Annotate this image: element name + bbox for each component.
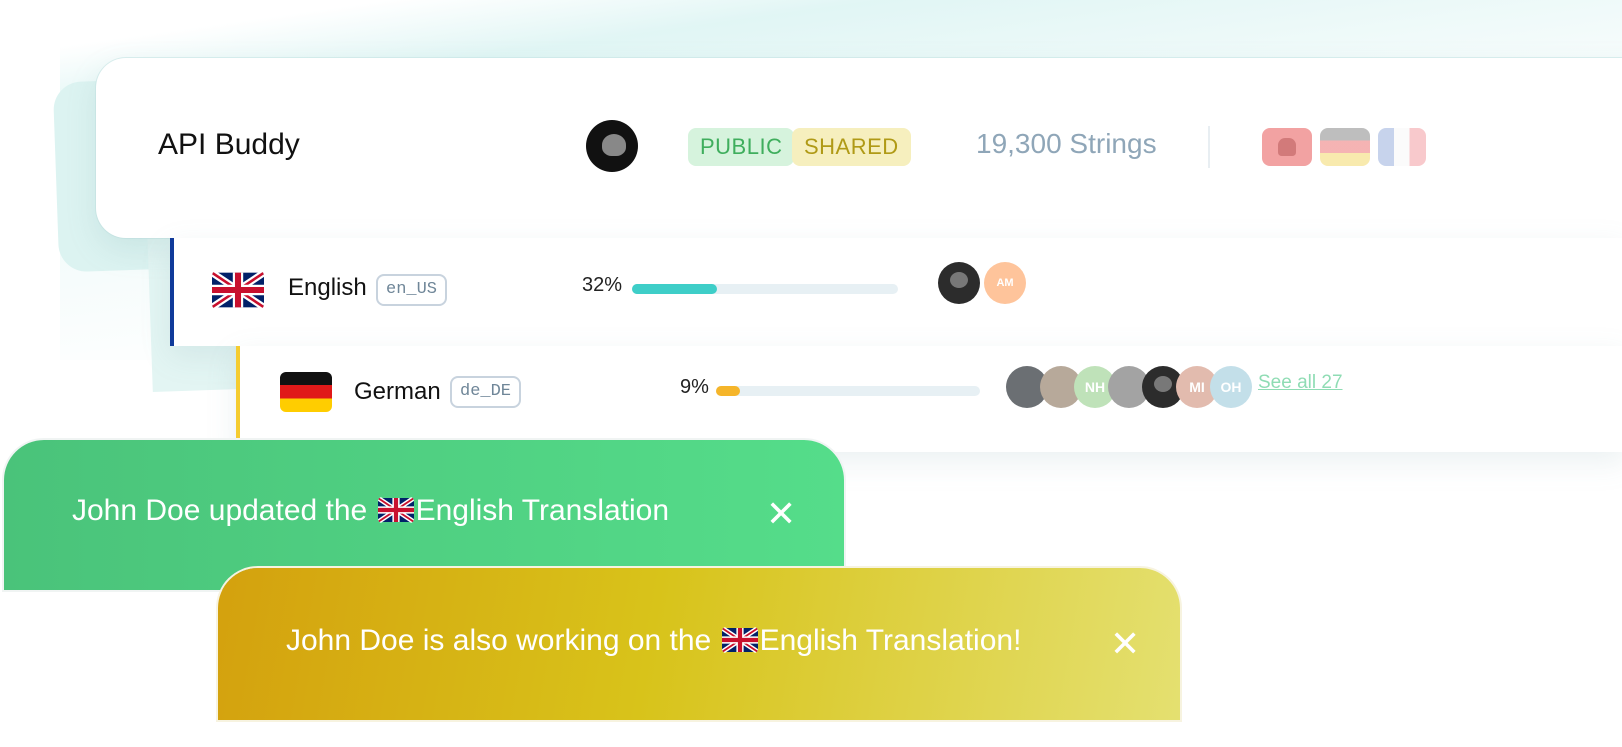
see-all-link[interactable]: See all 27	[1258, 372, 1343, 394]
contributor-avatar[interactable]: AM	[984, 262, 1026, 304]
toast-message: John Doe updated the English Translation	[72, 494, 669, 528]
owner-avatar[interactable]	[586, 120, 638, 172]
toast-message: John Doe is also working on the English …	[286, 624, 1021, 658]
strings-count: 19,300 Strings	[976, 128, 1157, 159]
locale-tag: de_DE	[450, 376, 522, 408]
uk-flag-icon	[721, 627, 758, 653]
albania-flag-icon[interactable]	[1262, 128, 1312, 166]
close-icon[interactable]: ✕	[766, 496, 796, 532]
project-title: API Buddy	[158, 128, 300, 161]
progress-bar	[716, 386, 980, 396]
germany-flag-icon[interactable]	[1320, 128, 1370, 166]
progress-bar-fill	[632, 284, 718, 294]
germany-flag-icon	[280, 372, 332, 412]
toast-text: John Doe updated the	[72, 494, 376, 527]
toast-text: English Translation!	[759, 624, 1022, 657]
france-flag-icon[interactable]	[1378, 128, 1426, 166]
divider	[1208, 126, 1210, 168]
locale-tag: en_US	[376, 274, 448, 306]
toast-text: English Translation	[415, 494, 670, 527]
progress-bar	[632, 284, 898, 294]
progress-bar-fill	[716, 386, 740, 396]
progress-percent: 32%	[582, 274, 623, 296]
close-icon[interactable]: ✕	[1110, 626, 1140, 662]
language-row-english[interactable]: English en_US 32% AM	[170, 238, 1622, 346]
uk-flag-icon	[212, 270, 264, 310]
public-badge: PUBLIC	[688, 128, 795, 166]
language-row-german[interactable]: German de_DE 9% NH MI OH	[236, 346, 1622, 452]
project-card[interactable]: API Buddy PUBLIC SHARED 19,300 Strings	[96, 58, 1622, 238]
contributor-avatar[interactable]	[938, 262, 980, 304]
collaboration-toast: John Doe is also working on the English …	[218, 568, 1180, 720]
uk-flag-icon	[377, 497, 414, 523]
language-name: German	[354, 378, 441, 405]
progress-percent: 9%	[680, 376, 709, 398]
toast-text: John Doe is also working on the	[286, 624, 720, 657]
shared-badge: SHARED	[792, 128, 911, 166]
contributor-avatar[interactable]: OH	[1210, 366, 1252, 408]
language-name: English	[288, 274, 367, 301]
